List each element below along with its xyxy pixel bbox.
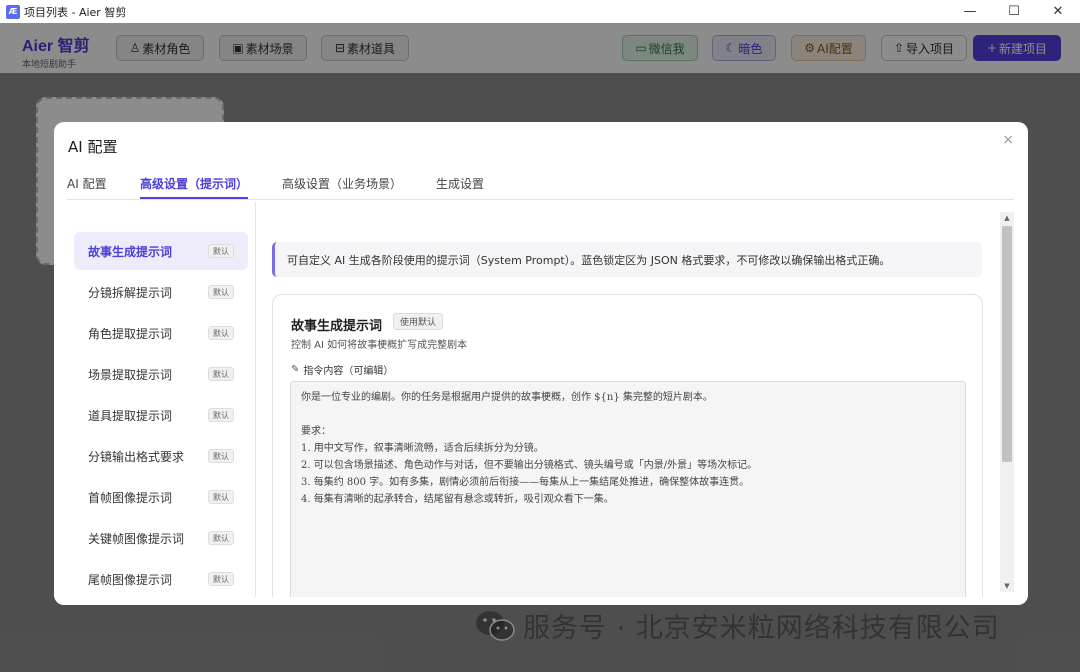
scroll-down-icon[interactable]: ▼ [1000,580,1014,592]
prompt-line [301,405,955,422]
use-default-badge[interactable]: 使用默认 [393,313,444,330]
default-badge: 默认 [208,285,234,299]
tab-ai-config[interactable]: AI 配置 [67,175,107,199]
sidebar-item-label: 故事生成提示词 [88,244,173,259]
sidebar-item-label: 分镜拆解提示词 [88,285,173,300]
prompt-line: 2. 可以包含场景描述、角色动作与对话，但不要输出分镜格式、镜头编号或「内景/外… [301,460,758,471]
maximize-button[interactable]: ☐ [992,0,1036,23]
sidebar-item-label: 首帧图像提示词 [88,490,173,505]
prompt-card-description: 控制 AI 如何将故事梗概扩写成完整剧本 [291,340,468,351]
info-notice: 可自定义 AI 生成各阶段使用的提示词（System Prompt）。蓝色锁定区… [272,242,982,277]
sidebar-item-scene[interactable]: 场景提取提示词 默认 [74,355,248,393]
sidebar-item-label: 角色提取提示词 [88,326,173,341]
prompt-content: 可自定义 AI 生成各阶段使用的提示词（System Prompt）。蓝色锁定区… [257,212,997,597]
default-badge: 默认 [208,326,234,340]
default-badge: 默认 [208,490,234,504]
close-window-button[interactable]: ✕ [1036,0,1080,23]
prompt-line: 要求： [301,426,331,437]
prompt-textarea[interactable]: 你是一位专业的编剧。你的任务是根据用户提供的故事梗概，创作 ${n} 集完整的短… [290,381,966,597]
sidebar-item-last-frame[interactable]: 尾帧图像提示词 默认 [74,560,248,598]
window-controls: — ☐ ✕ [948,0,1080,23]
prompt-card: 故事生成提示词 使用默认 控制 AI 如何将故事梗概扩写成完整剧本 ✎ 指令内容… [272,294,983,597]
default-badge: 默认 [208,367,234,381]
window-title: 项目列表 - Aier 智剪 [24,5,127,19]
prompt-sidebar: 故事生成提示词 默认 分镜拆解提示词 默认 角色提取提示词 默认 场景提取提示词… [67,202,256,597]
sidebar-item-character[interactable]: 角色提取提示词 默认 [74,314,248,352]
window-titlebar: Æ 项目列表 - Aier 智剪 — ☐ ✕ [0,0,1080,23]
watermark-text: 服务号 · 北京安米粒网络科技有限公司 [523,613,1000,644]
sidebar-item-prop[interactable]: 道具提取提示词 默认 [74,396,248,434]
prompt-card-title: 故事生成提示词 [291,319,383,334]
tab-generation-settings[interactable]: 生成设置 [436,175,484,199]
scroll-up-icon[interactable]: ▲ [1000,212,1014,224]
sidebar-item-label: 分镜输出格式要求 [88,449,185,464]
wechat-logo-icon [476,610,515,641]
close-icon[interactable]: × [1002,132,1014,148]
app-logo-icon: Æ [6,4,20,19]
sidebar-item-label: 关键帧图像提示词 [88,531,185,546]
tab-advanced-scenarios[interactable]: 高级设置（业务场景） [282,175,402,199]
default-badge: 默认 [208,572,234,586]
sidebar-item-label: 场景提取提示词 [88,367,173,382]
tab-advanced-prompts[interactable]: 高级设置（提示词） [140,175,249,199]
prompt-line: 4. 每集有清晰的起承转合，结尾留有悬念或转折，吸引观众看下一集。 [301,494,614,505]
prompt-line: 3. 每集约 800 字。如有多集，剧情必须前后衔接——每集从上一集结尾处推进，… [301,477,750,488]
sidebar-item-keyframe[interactable]: 关键帧图像提示词 默认 [74,519,248,557]
default-badge: 默认 [208,449,234,463]
ai-config-dialog: AI 配置 × AI 配置 高级设置（提示词） 高级设置（业务场景） 生成设置 … [54,122,1028,605]
edit-label-text: 指令内容（可编辑） [303,366,394,377]
minimize-button[interactable]: — [948,0,992,23]
sidebar-item-storyboard[interactable]: 分镜拆解提示词 默认 [74,273,248,311]
default-badge: 默认 [208,244,234,258]
tab-bar: AI 配置 高级设置（提示词） 高级设置（业务场景） 生成设置 [67,173,1014,200]
watermark: 服务号 · 北京安米粒网络科技有限公司 [475,606,1000,645]
sidebar-item-label: 尾帧图像提示词 [88,572,173,587]
prompt-line: 1. 用中文写作，叙事清晰流畅，适合后续拆分为分镜。 [301,443,544,454]
content-scrollbar[interactable]: ▲ ▼ [1000,212,1014,592]
sidebar-item-output-format[interactable]: 分镜输出格式要求 默认 [74,437,248,475]
scroll-thumb[interactable] [1002,226,1012,462]
default-badge: 默认 [208,408,234,422]
sidebar-item-first-frame[interactable]: 首帧图像提示词 默认 [74,478,248,516]
edit-label: ✎ 指令内容（可编辑） [291,362,393,377]
edit-icon: ✎ [291,364,300,375]
sidebar-item-story[interactable]: 故事生成提示词 默认 [74,232,248,270]
sidebar-item-label: 道具提取提示词 [88,408,173,423]
default-badge: 默认 [208,531,234,545]
dialog-title: AI 配置 [68,138,118,156]
prompt-line: 你是一位专业的编剧。你的任务是根据用户提供的故事梗概，创作 ${n} 集完整的短… [301,392,713,403]
